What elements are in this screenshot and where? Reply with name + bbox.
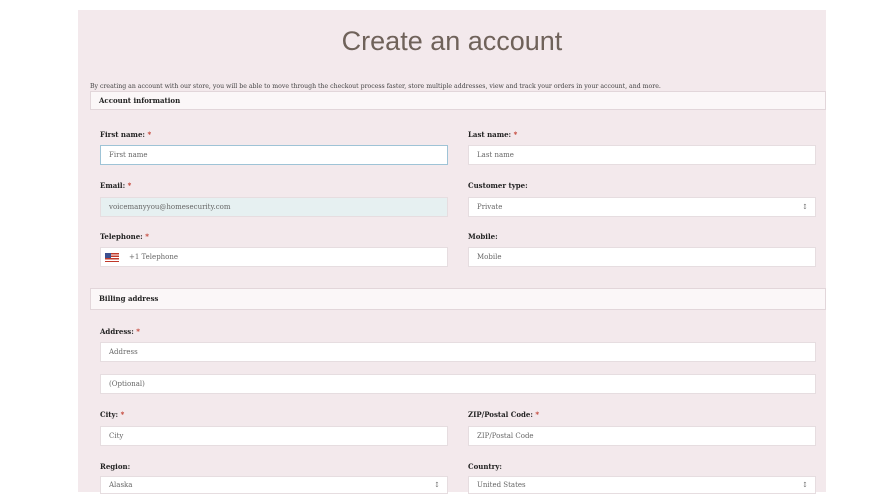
region-value: Alaska — [109, 481, 133, 489]
last-name-input[interactable]: Last name — [468, 145, 816, 165]
address-line2-input[interactable]: (Optional) — [100, 374, 816, 394]
chevron-updown-icon: ↕ — [434, 481, 440, 489]
email-input[interactable]: voicemanyyou@homesecurity.com — [100, 197, 448, 217]
first-name-input[interactable]: First name — [100, 145, 448, 165]
region-select[interactable]: Alaska ↕ — [100, 476, 448, 494]
registration-form-page: Create an account By creating an account… — [78, 10, 826, 494]
us-flag-icon[interactable] — [105, 252, 119, 262]
customer-type-label: Customer type: — [468, 181, 528, 190]
country-label: Country: — [468, 462, 502, 471]
address-optional-placeholder: (Optional) — [109, 380, 145, 388]
billing-address-header: Billing address — [90, 288, 826, 310]
address-placeholder: Address — [109, 348, 138, 356]
account-information-header: Account information — [90, 91, 826, 110]
page-title: Create an account — [341, 26, 563, 56]
city-placeholder: City — [109, 432, 124, 440]
country-select[interactable]: United States ↕ — [468, 476, 816, 494]
email-label: Email: * — [100, 181, 132, 190]
telephone-placeholder: +1 Telephone — [129, 253, 179, 261]
city-input[interactable]: City — [100, 426, 448, 446]
country-value: United States — [477, 481, 526, 489]
city-label: City: * — [100, 410, 125, 419]
region-label: Region: — [100, 462, 131, 471]
zip-label: ZIP/Postal Code: * — [468, 410, 540, 419]
zip-placeholder: ZIP/Postal Code — [477, 432, 534, 440]
telephone-label: Telephone: * — [100, 232, 149, 241]
address-label: Address: * — [100, 327, 140, 336]
chevron-updown-icon: ↕ — [802, 481, 808, 489]
mobile-placeholder: Mobile — [477, 253, 502, 261]
customer-type-select[interactable]: Private ↕ — [468, 197, 816, 217]
intro-text: By creating an account with our store, y… — [90, 83, 661, 90]
telephone-input[interactable]: +1 Telephone — [100, 247, 448, 267]
mobile-input[interactable]: Mobile — [468, 247, 816, 267]
mobile-label: Mobile: — [468, 232, 498, 241]
first-name-placeholder: First name — [109, 151, 148, 159]
zip-input[interactable]: ZIP/Postal Code — [468, 426, 816, 446]
email-value: voicemanyyou@homesecurity.com — [109, 203, 231, 211]
last-name-placeholder: Last name — [477, 151, 514, 159]
chevron-updown-icon: ↕ — [802, 203, 808, 211]
customer-type-value: Private — [477, 203, 503, 211]
first-name-label: First name: * — [100, 130, 152, 139]
last-name-label: Last name: * — [468, 130, 518, 139]
address-line1-input[interactable]: Address — [100, 342, 816, 362]
